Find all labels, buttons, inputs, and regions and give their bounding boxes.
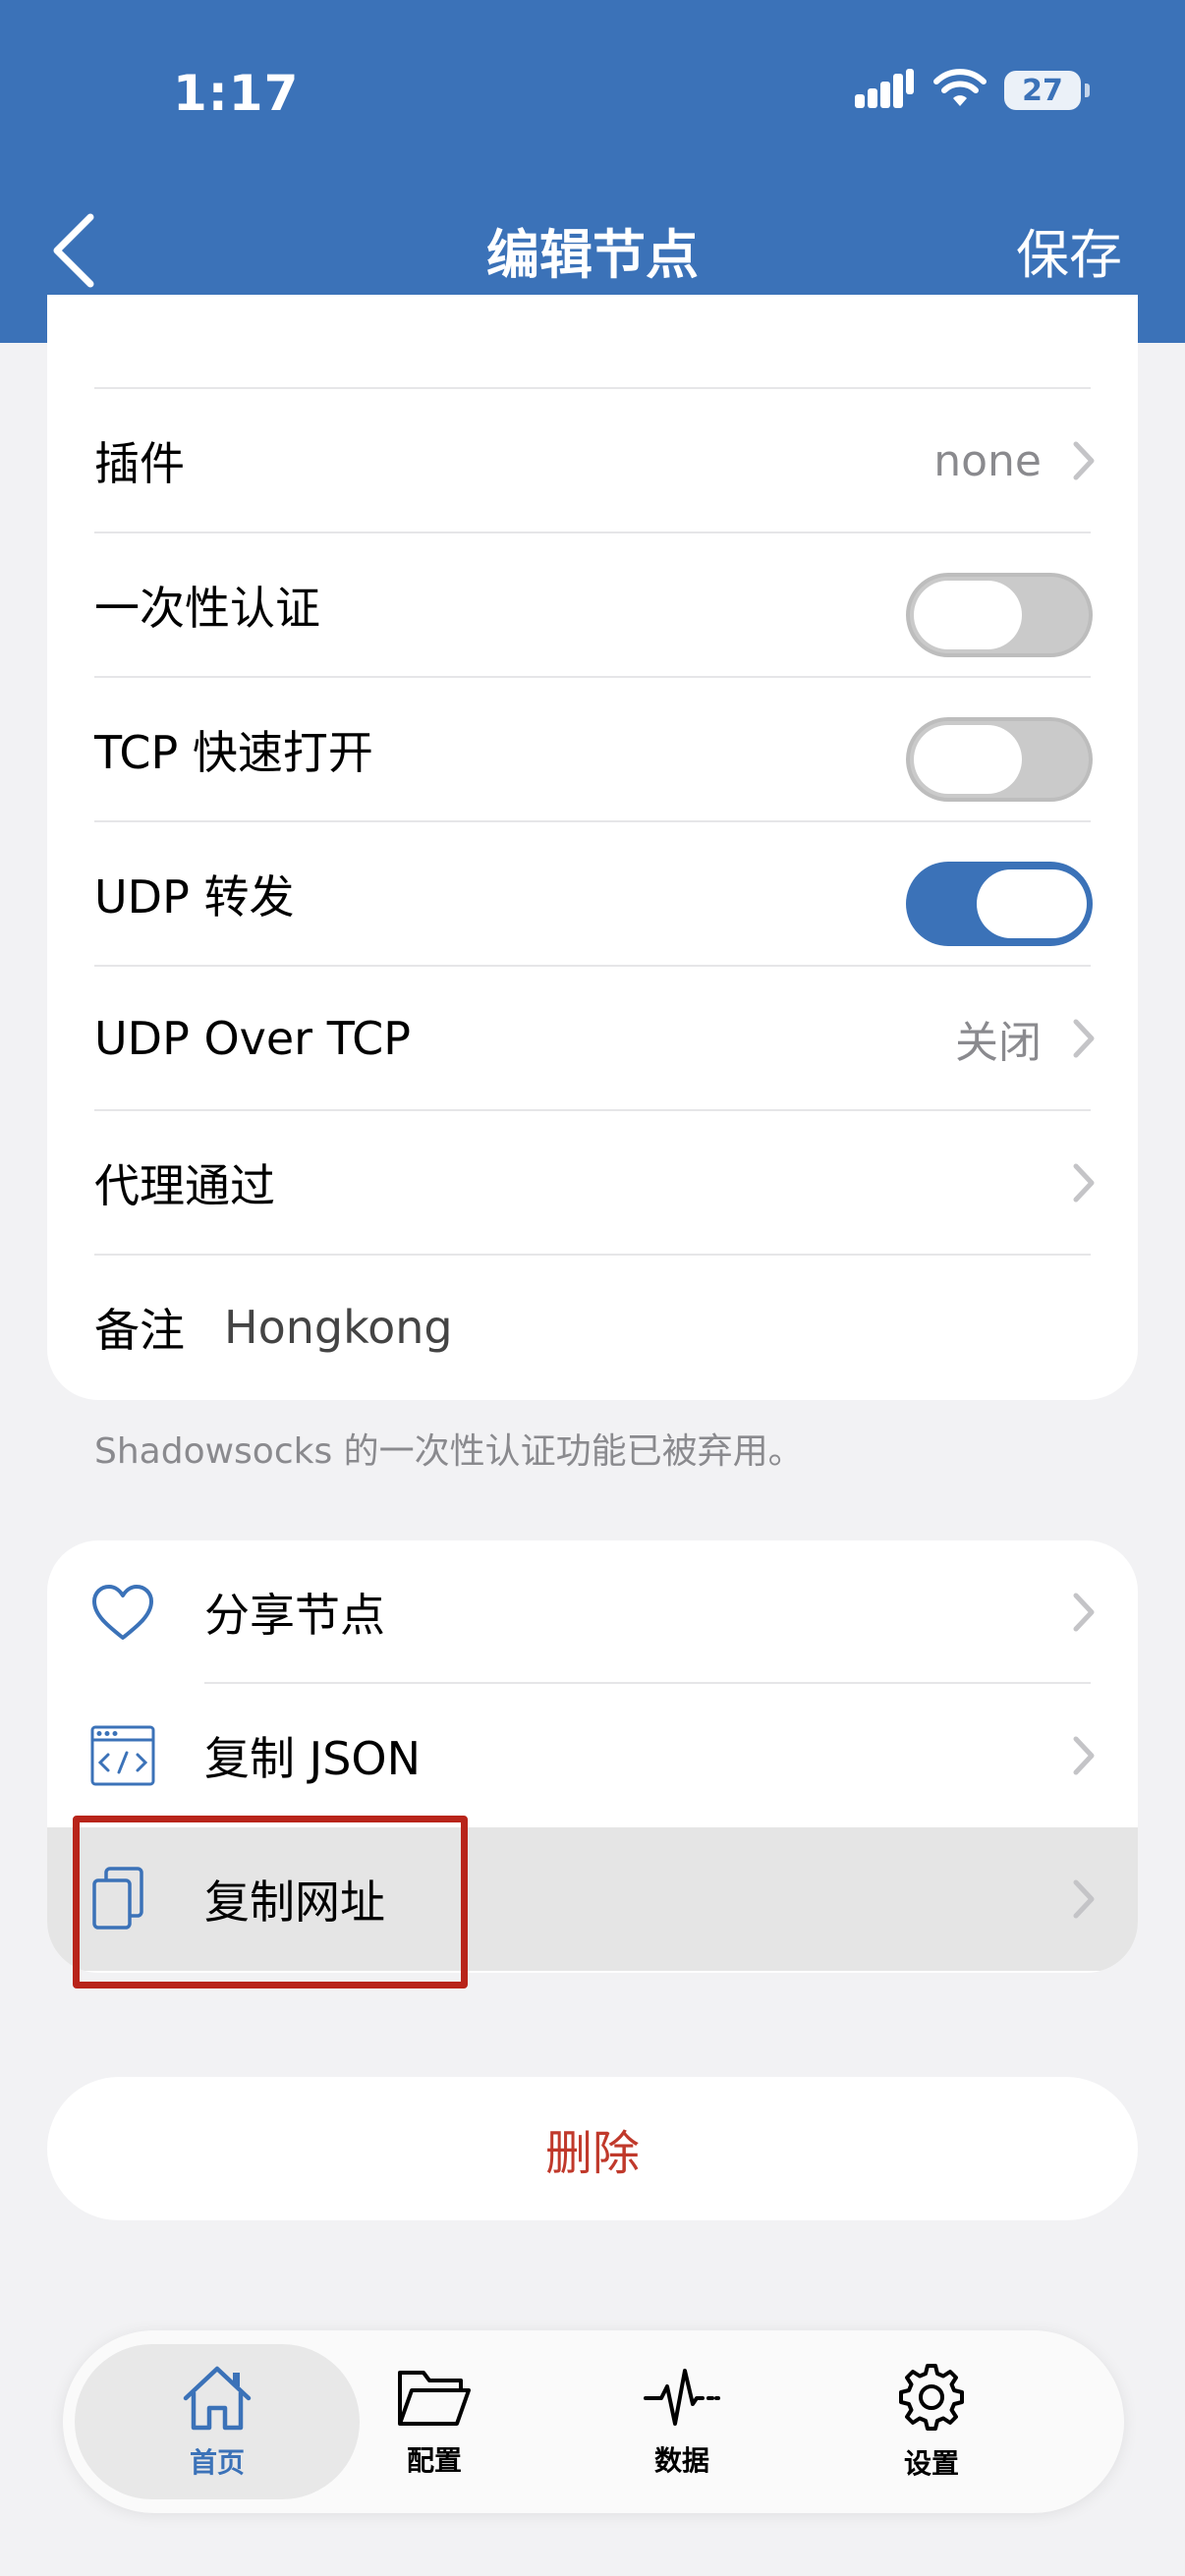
toggle-knob [914,581,1022,649]
page-title: 编辑节点 [486,224,699,286]
tab-settings-label: 设置 [903,2447,959,2480]
screen: 1:17 27 编辑节点 保存 插件 none 一次性认证 TCP 快速打开 U… [0,0,1185,2576]
code-window-icon [90,1684,155,1827]
note-label: 备注 [94,1304,185,1357]
toggle-knob [977,869,1087,938]
udp-over-tcp-value: 关闭 [955,1018,1042,1068]
copy-json-row[interactable]: 复制 JSON [47,1684,1138,1827]
house-icon [180,2363,254,2436]
tab-data-label: 数据 [653,2444,709,2477]
udp-relay-row: UDP 转发 [47,822,1138,966]
chevron-right-icon [1073,967,1095,1110]
toggle-knob [914,725,1022,794]
gear-icon [896,2362,967,2436]
tab-home-label: 首页 [189,2446,245,2479]
tcp-fast-open-row: TCP 快速打开 [47,678,1138,821]
share-node-row[interactable]: 分享节点 [47,1540,1138,1684]
deprecation-footnote: Shadowsocks 的一次性认证功能已被弃用。 [94,1431,804,1472]
settings-card: 插件 none 一次性认证 TCP 快速打开 UDP 转发 UDP Over T… [47,295,1138,1400]
tab-config-label: 配置 [406,2444,462,2477]
delete-button[interactable]: 删除 [47,2077,1138,2220]
highlight-annotation-box [73,1816,468,1988]
note-field[interactable]: 备注 Hongkong [94,1256,453,1399]
pulse-icon [644,2365,720,2434]
delete-label: 删除 [544,2126,640,2181]
chevron-right-icon [1073,1684,1095,1827]
battery-icon: 27 [1004,71,1090,110]
udp-over-tcp-label: UDP Over TCP [94,1012,411,1065]
save-button[interactable]: 保存 [1016,211,1122,289]
plugin-row[interactable]: 插件 none [47,389,1138,532]
tab-bar: 首页 配置 数据 设置 [63,2330,1124,2513]
note-value[interactable]: Hongkong [224,1301,453,1354]
plugin-label: 插件 [94,437,185,490]
chevron-right-icon [1073,1111,1095,1255]
chevron-right-icon [1073,1827,1095,1971]
one-time-auth-toggle[interactable] [906,573,1093,657]
tab-data[interactable]: 数据 [554,2344,810,2499]
chevron-right-icon [1073,389,1095,532]
tab-settings[interactable]: 设置 [804,2344,1059,2499]
udp-over-tcp-row[interactable]: UDP Over TCP 关闭 [47,967,1138,1110]
share-node-label: 分享节点 [204,1589,385,1642]
one-time-auth-label: 一次性认证 [94,582,320,635]
note-row[interactable]: 备注 Hongkong [47,1256,1138,1399]
proxy-via-label: 代理通过 [94,1159,275,1212]
tab-config[interactable]: 配置 [307,2344,562,2499]
tcp-fast-open-toggle[interactable] [906,717,1093,802]
navigation-header: 1:17 27 编辑节点 保存 [0,0,1185,343]
heart-icon [90,1540,155,1684]
status-icons: 27 [855,69,1090,112]
chevron-right-icon [1073,1540,1095,1684]
cellular-signal-icon [855,69,916,112]
udp-relay-label: UDP 转发 [94,870,295,924]
folder-icon [396,2365,473,2434]
wifi-icon [933,69,987,112]
proxy-via-row[interactable]: 代理通过 [47,1111,1138,1255]
udp-relay-toggle[interactable] [906,862,1093,946]
plugin-value: none [933,435,1042,486]
copy-json-label: 复制 JSON [204,1732,422,1785]
one-time-auth-row: 一次性认证 [47,533,1138,677]
status-time: 1:17 [173,65,300,122]
tcp-fast-open-label: TCP 快速打开 [94,726,373,779]
